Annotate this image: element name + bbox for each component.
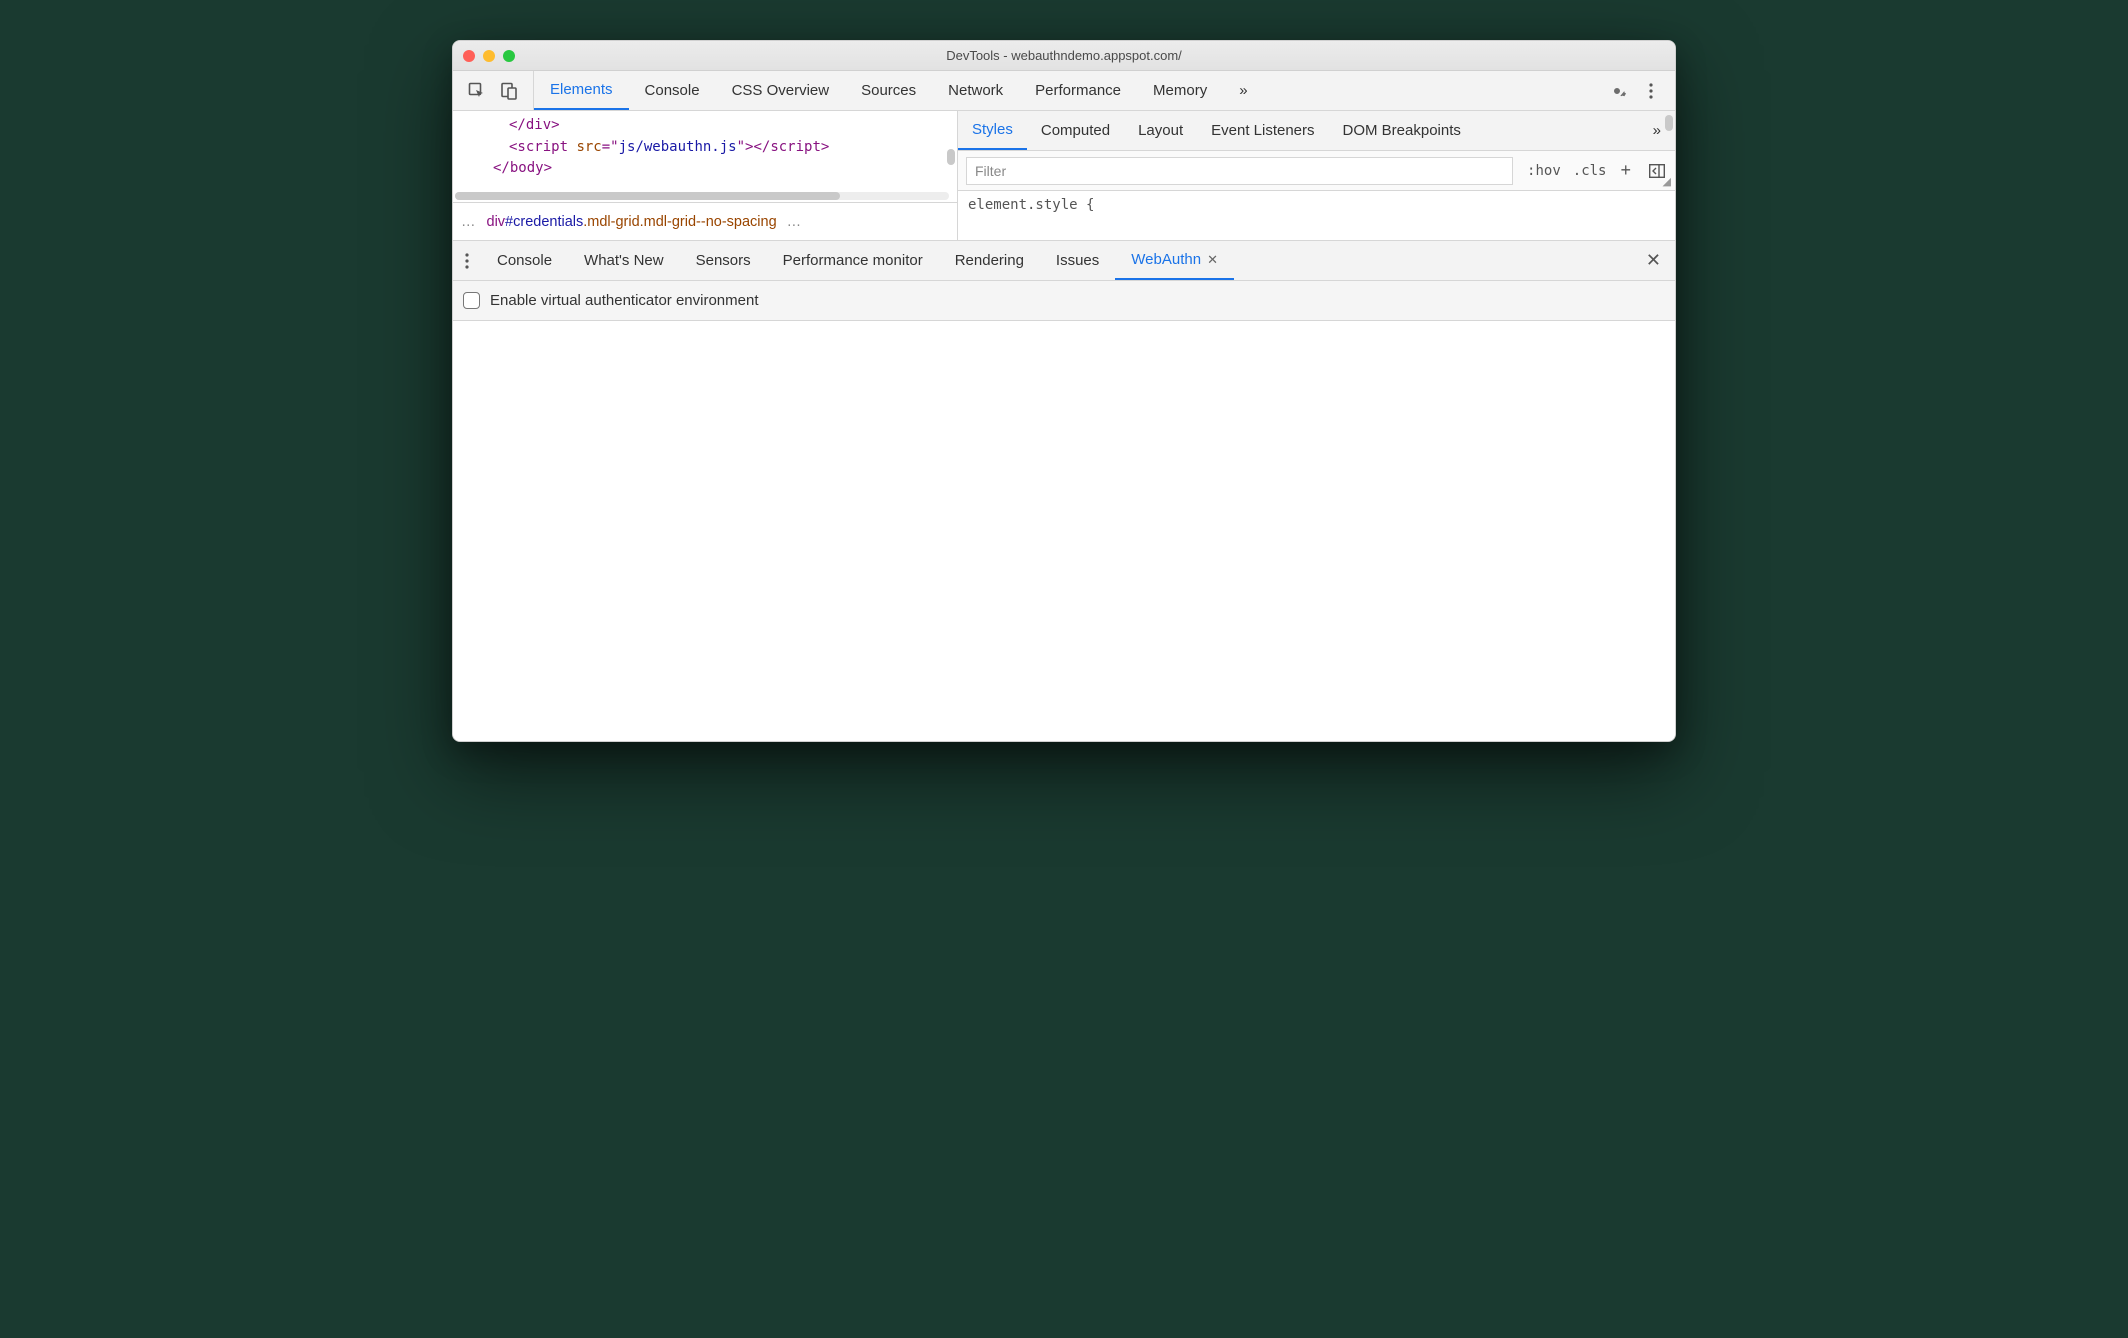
code-token: </div> bbox=[509, 117, 560, 133]
new-style-rule-button[interactable]: + bbox=[1612, 160, 1639, 181]
subtab-dom-breakpoints[interactable]: DOM Breakpoints bbox=[1329, 111, 1475, 150]
code-token: <script bbox=[509, 139, 576, 155]
drawer-tab-sensors[interactable]: Sensors bbox=[680, 241, 767, 280]
style-rule-text[interactable]: element.style { bbox=[958, 191, 1675, 219]
kebab-menu-icon[interactable] bbox=[1641, 81, 1661, 101]
devtools-window: DevTools - webauthndemo.appspot.com/ Ele… bbox=[452, 40, 1676, 742]
minimize-icon[interactable] bbox=[483, 50, 495, 62]
close-icon[interactable]: ✕ bbox=[1207, 252, 1218, 268]
breadcrumb-overflow-right[interactable]: … bbox=[787, 214, 803, 230]
styles-filter-input[interactable] bbox=[966, 157, 1513, 185]
drawer-tab-performance-monitor[interactable]: Performance monitor bbox=[767, 241, 939, 280]
close-icon[interactable] bbox=[463, 50, 475, 62]
vertical-scrollbar[interactable] bbox=[1665, 115, 1673, 131]
toolbar-right bbox=[1593, 81, 1675, 101]
subtab-event-listeners[interactable]: Event Listeners bbox=[1197, 111, 1328, 150]
drawer-tab-issues[interactable]: Issues bbox=[1040, 241, 1115, 280]
scrollbar-thumb[interactable] bbox=[455, 192, 840, 200]
code-token: ipt> bbox=[796, 139, 830, 155]
hov-button[interactable]: :hov bbox=[1521, 163, 1567, 179]
tab-performance[interactable]: Performance bbox=[1019, 71, 1137, 110]
styles-filter-row: :hov .cls + ◢ bbox=[958, 151, 1675, 191]
breadcrumb-overflow-left[interactable]: … bbox=[461, 214, 477, 230]
tab-elements[interactable]: Elements bbox=[534, 71, 629, 110]
vertical-scrollbar[interactable] bbox=[947, 149, 955, 165]
drawer-tab-webauthn[interactable]: WebAuthn ✕ bbox=[1115, 241, 1234, 280]
breadcrumb-node[interactable]: div#credentials.mdl-grid.mdl-grid--no-sp… bbox=[487, 214, 777, 230]
maximize-icon[interactable] bbox=[503, 50, 515, 62]
gear-icon[interactable] bbox=[1607, 81, 1627, 101]
code-token: </body> bbox=[493, 160, 552, 176]
main-toolbar: Elements Console CSS Overview Sources Ne… bbox=[453, 71, 1675, 111]
main-tabs-overflow-icon[interactable]: » bbox=[1223, 71, 1263, 110]
webauthn-toolbar: Enable virtual authenticator environment bbox=[453, 281, 1675, 321]
styles-subtabs: Styles Computed Layout Event Listeners D… bbox=[958, 111, 1675, 151]
drawer-close-icon[interactable]: ✕ bbox=[1632, 250, 1675, 271]
subtab-computed[interactable]: Computed bbox=[1027, 111, 1124, 150]
subtab-styles[interactable]: Styles bbox=[958, 111, 1027, 150]
enable-virtual-authenticator-checkbox[interactable] bbox=[463, 292, 480, 309]
dom-code[interactable]: </div> <script src="js/webauthn.js"></sc… bbox=[453, 111, 957, 202]
enable-virtual-authenticator-label: Enable virtual authenticator environment bbox=[490, 292, 759, 309]
device-toggle-icon[interactable] bbox=[499, 81, 519, 101]
code-token: =" bbox=[602, 139, 619, 155]
code-token: js/webauthn.js bbox=[619, 139, 737, 155]
traffic-lights bbox=[463, 50, 515, 62]
code-token: src bbox=[576, 139, 601, 155]
elements-panel-split: </div> <script src="js/webauthn.js"></sc… bbox=[453, 111, 1675, 241]
titlebar: DevTools - webauthndemo.appspot.com/ bbox=[453, 41, 1675, 71]
drawer-tab-rendering[interactable]: Rendering bbox=[939, 241, 1040, 280]
drawer-tab-label: WebAuthn bbox=[1131, 251, 1201, 268]
code-token: "></scr bbox=[737, 139, 796, 155]
cls-button[interactable]: .cls bbox=[1567, 163, 1613, 179]
drawer-tabs: Console What's New Sensors Performance m… bbox=[453, 241, 1675, 281]
window-title: DevTools - webauthndemo.appspot.com/ bbox=[453, 48, 1675, 63]
main-tabs: Elements Console CSS Overview Sources Ne… bbox=[534, 71, 1593, 110]
tab-css-overview[interactable]: CSS Overview bbox=[716, 71, 846, 110]
drawer-tab-whats-new[interactable]: What's New bbox=[568, 241, 680, 280]
inspect-icon[interactable] bbox=[467, 81, 487, 101]
horizontal-scrollbar[interactable] bbox=[455, 192, 949, 200]
breadcrumb: … div#credentials.mdl-grid.mdl-grid--no-… bbox=[453, 202, 957, 240]
tab-network[interactable]: Network bbox=[932, 71, 1019, 110]
subtab-layout[interactable]: Layout bbox=[1124, 111, 1197, 150]
tab-memory[interactable]: Memory bbox=[1137, 71, 1223, 110]
resize-corner-icon[interactable]: ◢ bbox=[1663, 175, 1671, 188]
drawer-kebab-menu-icon[interactable] bbox=[453, 241, 481, 280]
drawer-tab-console[interactable]: Console bbox=[481, 241, 568, 280]
tab-sources[interactable]: Sources bbox=[845, 71, 932, 110]
webauthn-empty-body bbox=[453, 321, 1675, 741]
dom-tree-panel: </div> <script src="js/webauthn.js"></sc… bbox=[453, 111, 958, 240]
toolbar-left bbox=[453, 71, 534, 110]
tab-console[interactable]: Console bbox=[629, 71, 716, 110]
styles-panel: Styles Computed Layout Event Listeners D… bbox=[958, 111, 1675, 240]
